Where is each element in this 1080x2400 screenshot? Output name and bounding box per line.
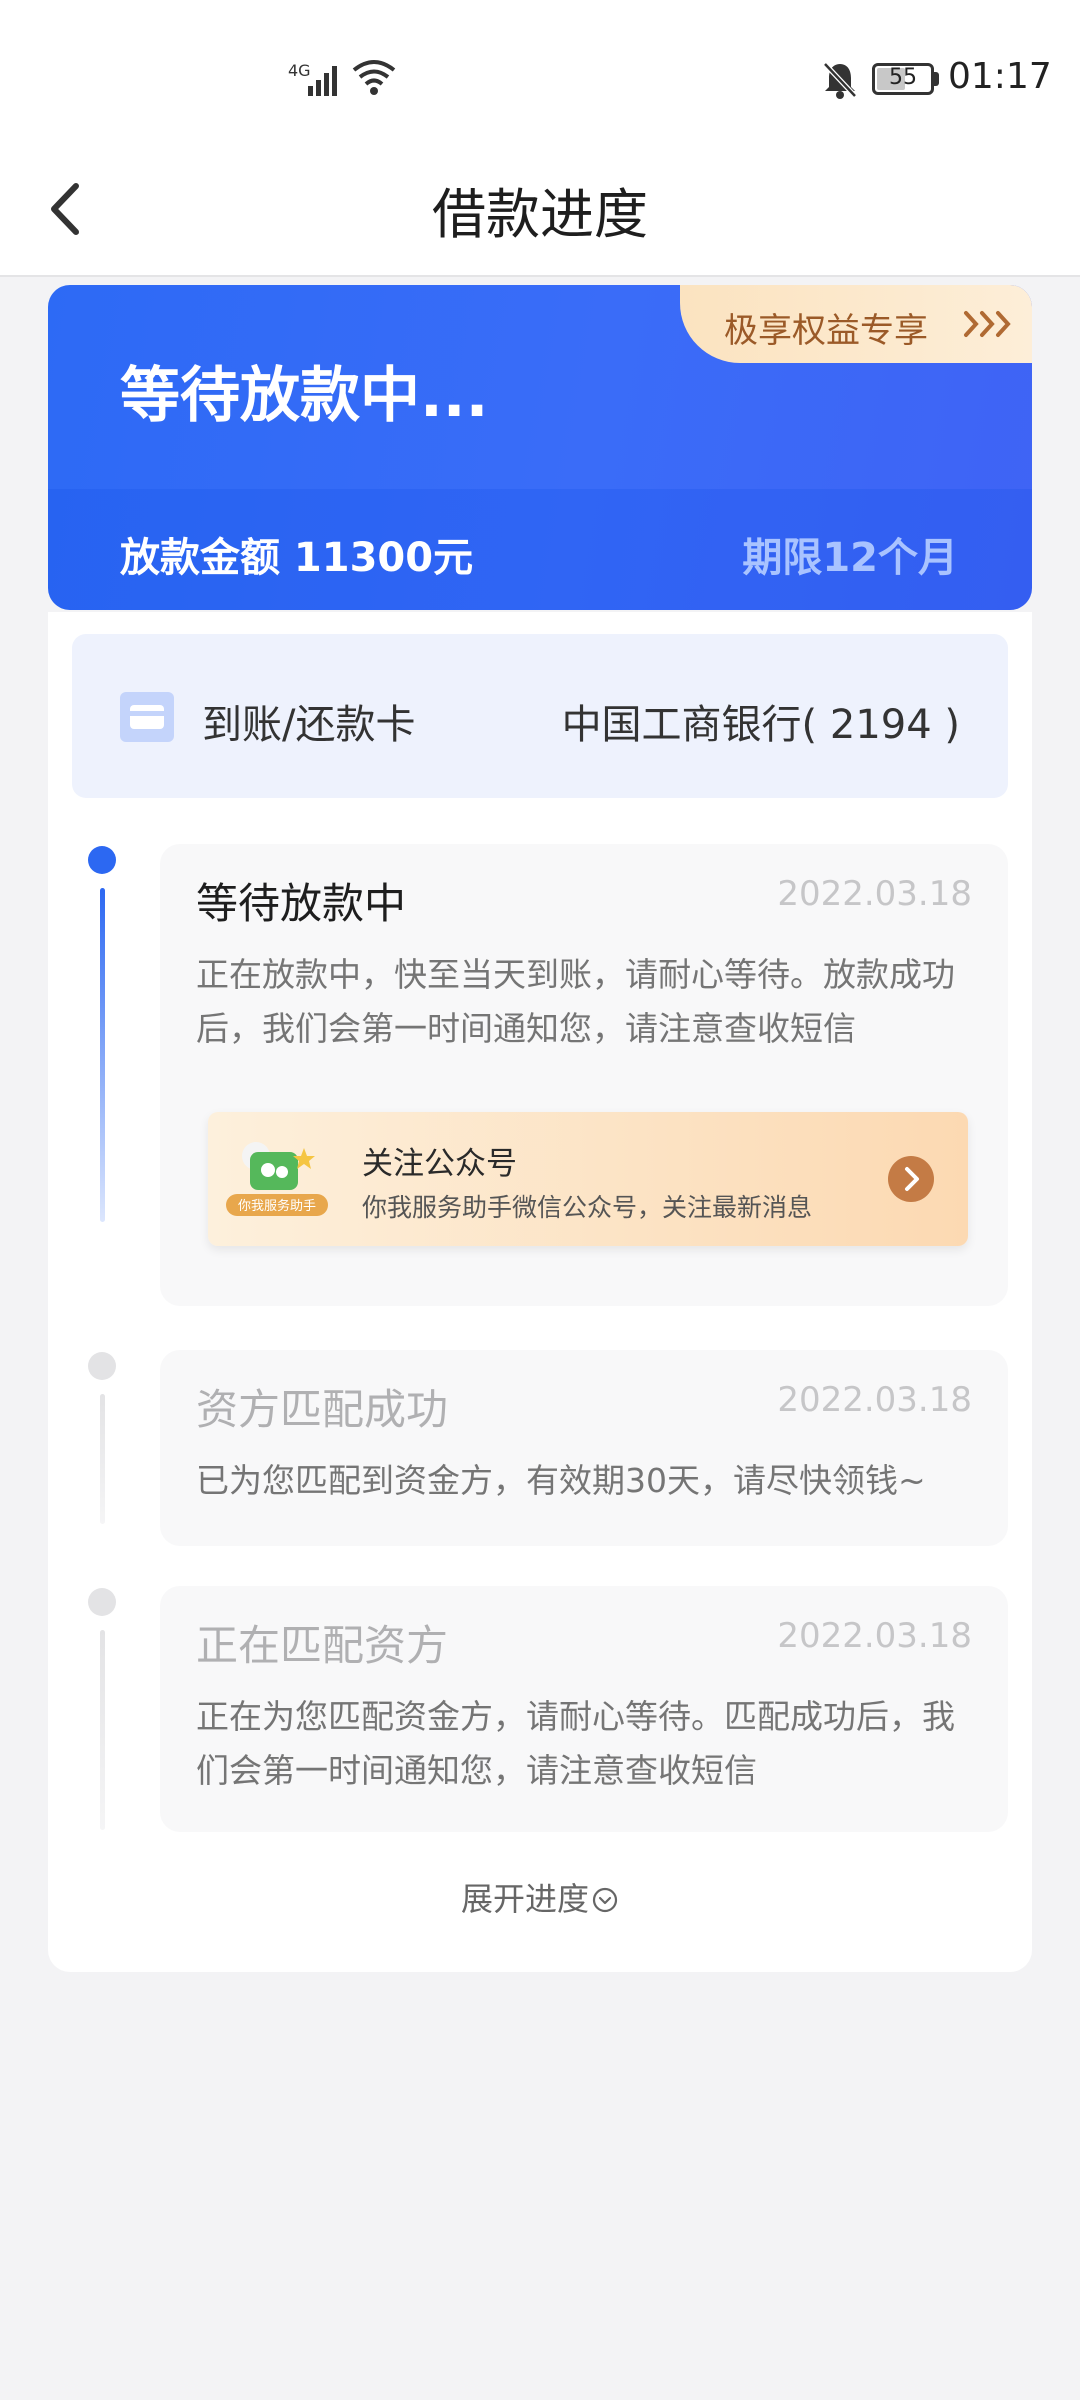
step-date: 2022.03.18 bbox=[777, 1380, 972, 1420]
loan-status-card: 等待放款中... 放款金额 11300元 期限12个月 极享权益专享 bbox=[48, 285, 1032, 610]
expand-progress-label: 展开进度 bbox=[460, 1880, 589, 1918]
bell-off-icon bbox=[823, 62, 857, 99]
battery-icon: 55 bbox=[872, 63, 934, 95]
page-title: 借款进度 bbox=[432, 183, 648, 246]
step-description: 正在放款中，快至当天到账，请耐心等待。放款成功 后，我们会第一时间通知您，请注意… bbox=[196, 955, 955, 1048]
progress-card: 到账/还款卡 中国工商银行( 2194 ) 等待放款中 2022.03.18 正… bbox=[48, 612, 1032, 1972]
timeline-step: 资方匹配成功 2022.03.18 已为您匹配到资金方，有效期30天，请尽快领钱… bbox=[160, 1350, 1008, 1546]
triple-chevron-right-icon bbox=[964, 311, 1011, 337]
timeline-dot-active bbox=[88, 846, 116, 874]
step-title: 等待放款中 bbox=[196, 879, 407, 928]
timeline-line bbox=[100, 1394, 105, 1524]
svg-text:你我服务助手: 你我服务助手 bbox=[238, 1198, 316, 1214]
step-description: 正在为您匹配资金方，请耐心等待。匹配成功后，我 们会第一时间通知您，请注意查收短… bbox=[196, 1697, 955, 1790]
nav-header: 借款进度 bbox=[0, 150, 1080, 277]
step-description: 已为您匹配到资金方，有效期30天，请尽快领钱~ bbox=[196, 1461, 926, 1500]
bank-card-icon bbox=[120, 692, 174, 742]
timeline-step: 正在匹配资方 2022.03.18 正在为您匹配资金方，请耐心等待。匹配成功后，… bbox=[160, 1586, 1008, 1832]
timeline-dot bbox=[88, 1588, 116, 1616]
status-bar: 4G 55 01:17 bbox=[0, 0, 1080, 150]
timeline-dot bbox=[88, 1352, 116, 1380]
step-date: 2022.03.18 bbox=[777, 1616, 972, 1656]
benefit-badge-label: 极享权益专享 bbox=[724, 311, 928, 351]
wechat-banner-subtitle: 你我服务助手微信公众号，关注最新消息 bbox=[362, 1193, 813, 1222]
loan-term: 期限12个月 bbox=[742, 535, 958, 581]
bank-card-label: 到账/还款卡 bbox=[202, 702, 416, 748]
chevron-down-circle-icon bbox=[592, 1887, 618, 1913]
battery-level: 55 bbox=[889, 65, 917, 90]
step-title: 正在匹配资方 bbox=[196, 1621, 449, 1670]
loan-status-title: 等待放款中... bbox=[120, 361, 489, 431]
timeline-step: 等待放款中 2022.03.18 正在放款中，快至当天到账，请耐心等待。放款成功… bbox=[160, 844, 1008, 1306]
svg-text:4G: 4G bbox=[288, 61, 311, 80]
timeline-line-active bbox=[100, 888, 105, 1222]
wechat-icon: 你我服务助手 bbox=[226, 1142, 328, 1216]
bank-card-row[interactable]: 到账/还款卡 中国工商银行( 2194 ) bbox=[72, 634, 1008, 798]
loan-amount: 放款金额 11300元 bbox=[120, 535, 474, 581]
clock: 01:17 bbox=[948, 56, 1052, 97]
timeline-line bbox=[100, 1630, 105, 1830]
chevron-right-icon bbox=[888, 1156, 934, 1202]
wifi-icon bbox=[352, 60, 396, 95]
wechat-banner-title: 关注公众号 bbox=[362, 1146, 517, 1182]
expand-progress-button[interactable]: 展开进度 bbox=[48, 1874, 1032, 1920]
follow-wechat-banner[interactable]: 你我服务助手 关注公众号 你我服务助手微信公众号，关注最新消息 bbox=[208, 1112, 968, 1246]
benefit-badge-button[interactable]: 极享权益专享 bbox=[680, 285, 1032, 363]
bank-card-value: 中国工商银行( 2194 ) bbox=[561, 702, 960, 748]
step-date: 2022.03.18 bbox=[777, 874, 972, 914]
step-title: 资方匹配成功 bbox=[196, 1385, 449, 1434]
